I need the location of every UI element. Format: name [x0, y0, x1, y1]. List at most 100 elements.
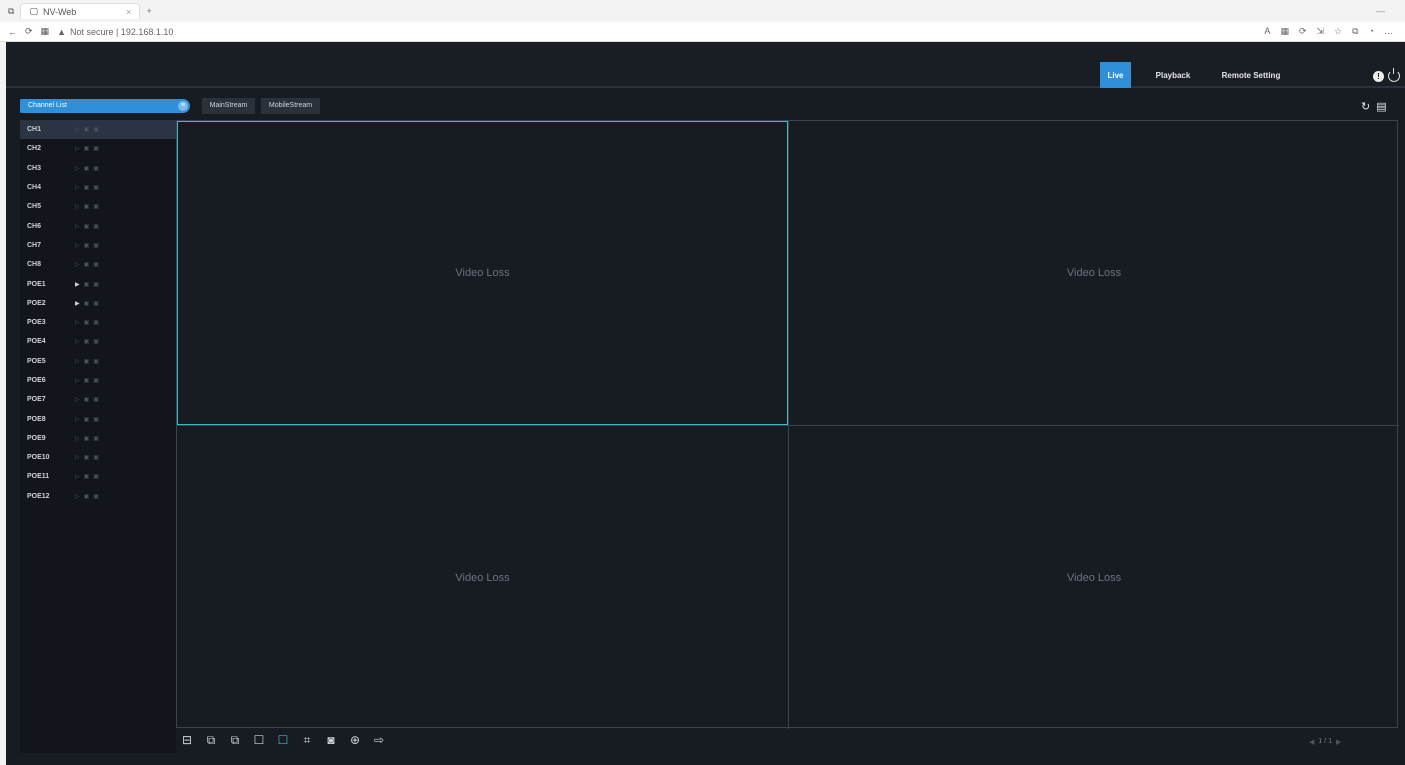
play-icon[interactable]: ▷ — [75, 435, 80, 442]
nav-live[interactable]: Live — [1100, 62, 1131, 88]
play-icon[interactable]: ▷ — [75, 454, 80, 461]
play-icon[interactable]: ▷ — [75, 145, 80, 152]
capture-icon[interactable]: ▣ — [93, 242, 99, 249]
next-page-icon[interactable]: ▶ — [1336, 738, 1341, 746]
power-icon[interactable] — [1388, 68, 1400, 82]
play-icon[interactable]: ▷ — [75, 416, 80, 423]
capture-icon[interactable]: ▣ — [93, 396, 99, 403]
extensions-icon[interactable]: ▦ — [1280, 26, 1289, 37]
capture-icon[interactable]: ▣ — [93, 435, 99, 442]
channel-item[interactable]: CH7 ▷ ▣ ▣ — [20, 236, 176, 255]
play-icon[interactable]: ▷ — [75, 184, 80, 191]
record-icon[interactable]: ▣ — [84, 473, 90, 480]
record-icon[interactable]: ▣ — [84, 454, 90, 461]
new-tab-button[interactable]: + — [146, 6, 151, 16]
play-icon[interactable]: ▷ — [75, 377, 80, 384]
record-icon[interactable]: ▣ — [84, 145, 90, 152]
capture-icon[interactable]: ▣ — [93, 223, 99, 230]
split-view-alt-icon[interactable]: ⧉ — [228, 733, 242, 747]
record-icon[interactable]: ▣ — [84, 435, 90, 442]
home-icon[interactable]: ▦ — [41, 26, 50, 37]
cast-icon[interactable]: ⇲ — [1317, 26, 1325, 37]
video-cell[interactable]: Video Loss — [788, 425, 1399, 729]
channel-item[interactable]: POE5 ▷ ▣ ▣ — [20, 352, 176, 371]
help-icon[interactable]: ! — [1373, 71, 1384, 82]
read-aloud-icon[interactable]: A — [1264, 26, 1270, 37]
capture-icon[interactable]: ▣ — [93, 454, 99, 461]
channel-item[interactable]: POE9 ▷ ▣ ▣ — [20, 429, 176, 448]
main-stream-button[interactable]: MainStream — [202, 98, 255, 114]
audio-icon[interactable]: ⇨ — [372, 733, 386, 747]
capture-icon[interactable]: ▣ — [93, 165, 99, 172]
play-icon[interactable]: ▷ — [75, 358, 80, 365]
tab-actions-icon[interactable]: ⧉ — [8, 6, 14, 17]
play-icon[interactable]: ▷ — [75, 165, 80, 172]
collections-icon[interactable]: ⧉ — [1352, 26, 1358, 37]
capture-icon[interactable]: ▣ — [93, 338, 99, 345]
layout-menu-icon[interactable]: ⊟ — [180, 733, 194, 747]
record-icon[interactable]: ▣ — [84, 281, 90, 288]
capture-icon[interactable]: ▣ — [93, 319, 99, 326]
record-icon[interactable]: ▣ — [84, 493, 90, 500]
record-icon[interactable]: ▣ — [84, 126, 90, 133]
video-cell[interactable]: Video Loss — [177, 121, 788, 425]
channel-item[interactable]: CH3 ▷ ▣ ▣ — [20, 159, 176, 178]
capture-icon[interactable]: ▣ — [93, 184, 99, 191]
layout-icon[interactable]: ▤ — [1376, 100, 1386, 113]
close-tab-icon[interactable]: × — [126, 7, 131, 17]
nav-playback[interactable]: Playback — [1151, 62, 1195, 88]
play-icon[interactable]: ▷ — [75, 223, 80, 230]
capture-icon[interactable]: ▣ — [93, 145, 99, 152]
capture-icon[interactable]: ▣ — [93, 126, 99, 133]
url-field[interactable]: ▲ Not secure | 192.168.1.10 — [57, 27, 173, 37]
back-icon[interactable]: ← — [8, 27, 17, 37]
browser-tab[interactable]: ▢ NV-Web × — [20, 3, 141, 19]
play-icon[interactable]: ▷ — [75, 203, 80, 210]
capture-icon[interactable]: ▣ — [93, 493, 99, 500]
channel-item[interactable]: POE3 ▷ ▣ ▣ — [20, 313, 176, 332]
record-icon[interactable]: ▣ — [84, 203, 90, 210]
capture-icon[interactable]: ▣ — [93, 261, 99, 268]
play-icon[interactable]: ▷ — [75, 338, 80, 345]
refresh-page-icon[interactable]: ⟳ — [1299, 26, 1307, 37]
single-view-icon[interactable]: ☐ — [252, 733, 266, 747]
fullscreen-icon[interactable]: ⌗ — [300, 733, 314, 747]
channel-item[interactable]: POE1 ▶ ▣ ▣ — [20, 274, 176, 293]
channel-item[interactable]: CH1 ▷ ▣ ▣ — [20, 120, 176, 140]
channel-item[interactable]: CH8 ▷ ▣ ▣ — [20, 255, 176, 274]
record-icon[interactable]: ▣ — [84, 319, 90, 326]
capture-icon[interactable]: ▣ — [93, 300, 99, 307]
capture-icon[interactable]: ▣ — [93, 203, 99, 210]
record-icon[interactable]: ▣ — [84, 338, 90, 345]
quad-view-icon[interactable]: ☐ — [276, 733, 290, 747]
record-icon[interactable]: ▣ — [84, 242, 90, 249]
video-cell[interactable]: Video Loss — [788, 121, 1399, 425]
nav-remote-setting[interactable]: Remote Setting — [1211, 62, 1291, 88]
play-icon[interactable]: ▶ — [75, 281, 80, 288]
capture-icon[interactable]: ▣ — [93, 377, 99, 384]
record-icon[interactable]: ▣ — [84, 223, 90, 230]
record-icon[interactable]: ▣ — [84, 416, 90, 423]
snapshot-icon[interactable]: ◙ — [324, 733, 338, 747]
channel-list-header[interactable]: Channel List ≡ — [20, 99, 190, 113]
play-icon[interactable]: ▷ — [75, 473, 80, 480]
channel-item[interactable]: CH5 ▷ ▣ ▣ — [20, 197, 176, 216]
capture-icon[interactable]: ▣ — [93, 416, 99, 423]
split-view-icon[interactable]: ⧉ — [204, 733, 218, 747]
more-icon[interactable]: … — [1384, 26, 1393, 37]
channel-item[interactable]: CH4 ▷ ▣ ▣ — [20, 178, 176, 197]
rotate-icon[interactable]: ↻ — [1361, 100, 1370, 113]
record-icon[interactable]: ▣ — [84, 165, 90, 172]
profile-icon[interactable]: ◔ — [1369, 26, 1374, 37]
record-icon[interactable]: ▣ — [84, 358, 90, 365]
minimize-icon[interactable]: — — [1376, 6, 1385, 16]
channel-item[interactable]: CH2 ▷ ▣ ▣ — [20, 139, 176, 158]
video-cell[interactable]: Video Loss — [177, 425, 788, 729]
play-icon[interactable]: ▶ — [75, 300, 80, 307]
channel-list-toggle-icon[interactable]: ≡ — [178, 101, 188, 111]
capture-icon[interactable]: ▣ — [93, 358, 99, 365]
channel-item[interactable]: POE4 ▷ ▣ ▣ — [20, 332, 176, 351]
capture-icon[interactable]: ▣ — [93, 281, 99, 288]
record-icon[interactable]: ▣ — [84, 396, 90, 403]
channel-item[interactable]: POE10 ▷ ▣ ▣ — [20, 448, 176, 467]
